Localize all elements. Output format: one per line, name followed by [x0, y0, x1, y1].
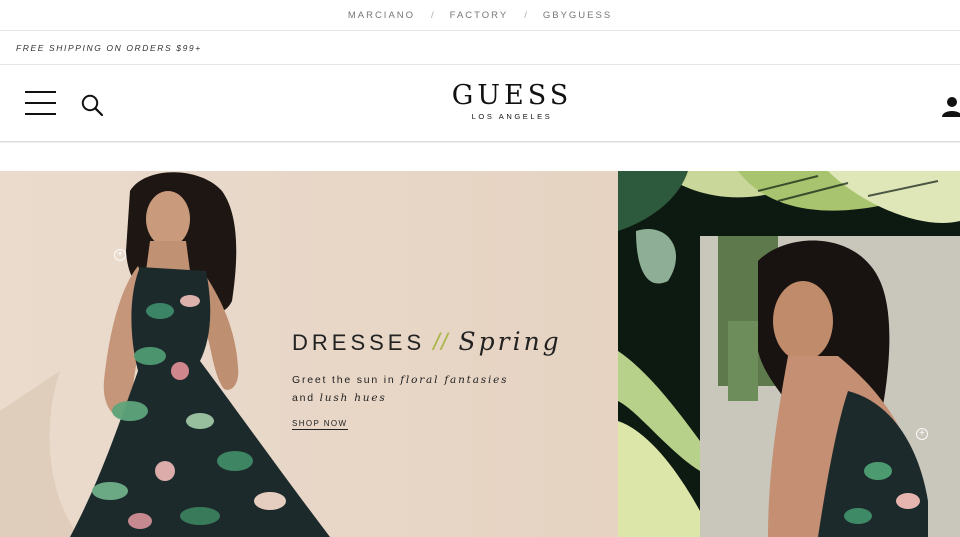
- tropical-model-photo: [618, 171, 960, 537]
- hero-sub-text: and: [292, 392, 320, 404]
- hero-copy: DRESSES // Spring Greet the sun in flora…: [292, 327, 562, 431]
- site-header: GUESS LOS ANGELES: [0, 65, 960, 142]
- hero-sub-italic: floral fantasies: [400, 374, 509, 386]
- shop-now-link[interactable]: SHOP NOW: [292, 419, 348, 430]
- subnav-strip: [0, 142, 960, 171]
- search-icon[interactable]: [80, 93, 104, 117]
- hero-title-slash: //: [433, 329, 449, 356]
- brand-link-marciano[interactable]: MARCIANO: [348, 10, 415, 21]
- brand-link-factory[interactable]: FACTORY: [450, 10, 509, 21]
- hero-sub-text: Greet the sun in: [292, 374, 401, 386]
- hero-title-spring: Spring: [458, 327, 562, 356]
- promo-banner[interactable]: FREE SHIPPING ON ORDERS $99+: [0, 31, 960, 65]
- promo-text: FREE SHIPPING ON ORDERS $99+: [16, 42, 202, 53]
- hero-sub-italic: lush hues: [319, 392, 387, 404]
- brand-separator: /: [431, 9, 434, 21]
- hero-subtitle: Greet the sun in floral fantasies and lu…: [292, 371, 562, 407]
- logo-wordmark: GUESS: [451, 80, 573, 111]
- hero-title-dresses: DRESSES: [292, 330, 426, 355]
- product-hotspot[interactable]: +: [916, 428, 928, 440]
- hamburger-menu-icon[interactable]: [25, 91, 56, 115]
- guess-logo[interactable]: GUESS LOS ANGELES: [445, 80, 579, 122]
- account-icon[interactable]: [940, 95, 960, 117]
- brand-link-gbyguess[interactable]: GBYGUESS: [543, 10, 612, 21]
- hero-title: DRESSES // Spring: [292, 327, 562, 357]
- hero-banner-tropical[interactable]: +: [618, 171, 960, 537]
- brand-links-bar: MARCIANO / FACTORY / GBYGUESS: [0, 0, 960, 31]
- brand-separator: /: [524, 9, 527, 21]
- logo-subtitle: LOS ANGELES: [471, 112, 553, 121]
- product-hotspot[interactable]: +: [114, 249, 126, 261]
- hero-banner-dresses[interactable]: + DRESSES // Spring Greet the sun in flo…: [0, 171, 618, 537]
